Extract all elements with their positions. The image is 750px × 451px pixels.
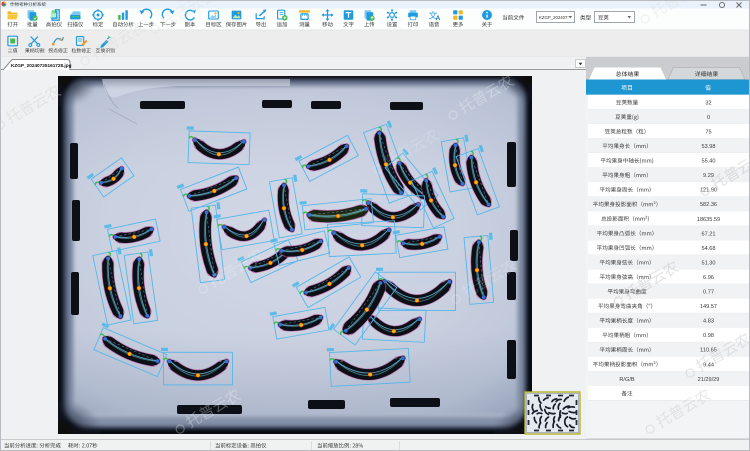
svg-text:21/29/29: 21/29/29: [698, 377, 720, 383]
svg-text:149.57: 149.57: [700, 304, 717, 310]
svg-text:KZGP_202407:: KZGP_202407:: [539, 15, 569, 20]
svg-text:4.83: 4.83: [703, 319, 714, 325]
svg-text:75: 75: [705, 129, 711, 135]
svg-text:53.98: 53.98: [702, 144, 716, 150]
svg-text:0.77: 0.77: [703, 290, 714, 296]
svg-text:6.96: 6.96: [703, 275, 714, 281]
svg-text:582.36: 582.36: [700, 202, 717, 208]
svg-text:51.30: 51.30: [702, 260, 716, 266]
svg-text:R/G/B: R/G/B: [619, 377, 634, 383]
svg-text:54.68: 54.68: [702, 246, 716, 252]
svg-text:A: A: [436, 15, 441, 22]
svg-text:0.98: 0.98: [703, 333, 714, 339]
svg-text:55.40: 55.40: [702, 159, 716, 165]
svg-text:32: 32: [705, 100, 711, 106]
svg-text:18635.59: 18635.59: [697, 217, 720, 223]
svg-text:67.21: 67.21: [702, 231, 716, 237]
svg-text:110.65: 110.65: [700, 348, 717, 354]
svg-text:0: 0: [707, 115, 710, 121]
svg-text:KZGP_20240725161728.jpg: KZGP_20240725161728.jpg: [11, 63, 72, 68]
